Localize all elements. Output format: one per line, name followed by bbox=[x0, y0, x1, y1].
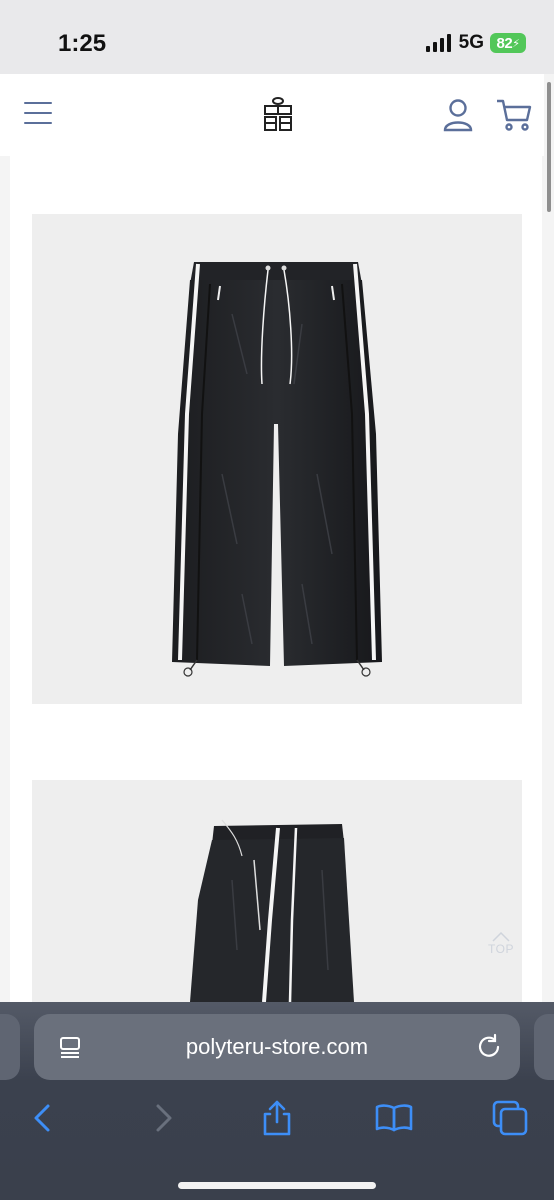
url-text[interactable]: polyteru-store.com bbox=[34, 1034, 520, 1060]
battery-level: 82 bbox=[496, 34, 513, 52]
product-image-front[interactable] bbox=[32, 214, 522, 704]
scroll-to-top-button[interactable]: TOP bbox=[482, 916, 520, 956]
reload-icon[interactable] bbox=[475, 1033, 503, 1061]
cart-icon[interactable] bbox=[496, 98, 532, 132]
track-pants-angled-image bbox=[190, 819, 354, 1002]
status-time: 1:25 bbox=[58, 30, 107, 57]
product-gallery bbox=[10, 156, 542, 1002]
status-indicators: 5G 82 ⚡ bbox=[425, 32, 526, 54]
home-indicator bbox=[178, 1182, 376, 1189]
scrollbar-thumb[interactable] bbox=[547, 82, 551, 212]
browser-toolbar: polyteru-store.com bbox=[0, 1002, 554, 1200]
bookmarks-icon[interactable] bbox=[374, 1098, 414, 1138]
next-tab-preview[interactable] bbox=[534, 1014, 554, 1080]
track-pants-front-image bbox=[172, 262, 382, 677]
site-header bbox=[0, 74, 544, 157]
address-bar[interactable]: polyteru-store.com bbox=[34, 1014, 520, 1080]
previous-tab-preview[interactable] bbox=[0, 1014, 20, 1080]
page-scrollbar[interactable] bbox=[544, 74, 554, 1002]
forward-icon[interactable] bbox=[144, 1098, 184, 1138]
hamburger-icon[interactable] bbox=[24, 102, 52, 124]
cellular-signal-icon bbox=[425, 34, 451, 52]
network-type: 5G bbox=[458, 32, 484, 53]
share-icon[interactable] bbox=[257, 1098, 297, 1138]
battery-icon: 82 ⚡ bbox=[490, 33, 526, 53]
user-icon[interactable] bbox=[442, 98, 474, 132]
chevron-up-icon bbox=[492, 932, 510, 942]
polyteru-logo[interactable] bbox=[262, 96, 294, 132]
top-button-label: TOP bbox=[488, 942, 514, 956]
product-image-angled[interactable] bbox=[32, 780, 522, 1002]
tabs-icon[interactable] bbox=[490, 1098, 530, 1138]
status-bar: 1:25 5G 82 ⚡ bbox=[0, 0, 554, 74]
back-icon[interactable] bbox=[24, 1098, 64, 1138]
